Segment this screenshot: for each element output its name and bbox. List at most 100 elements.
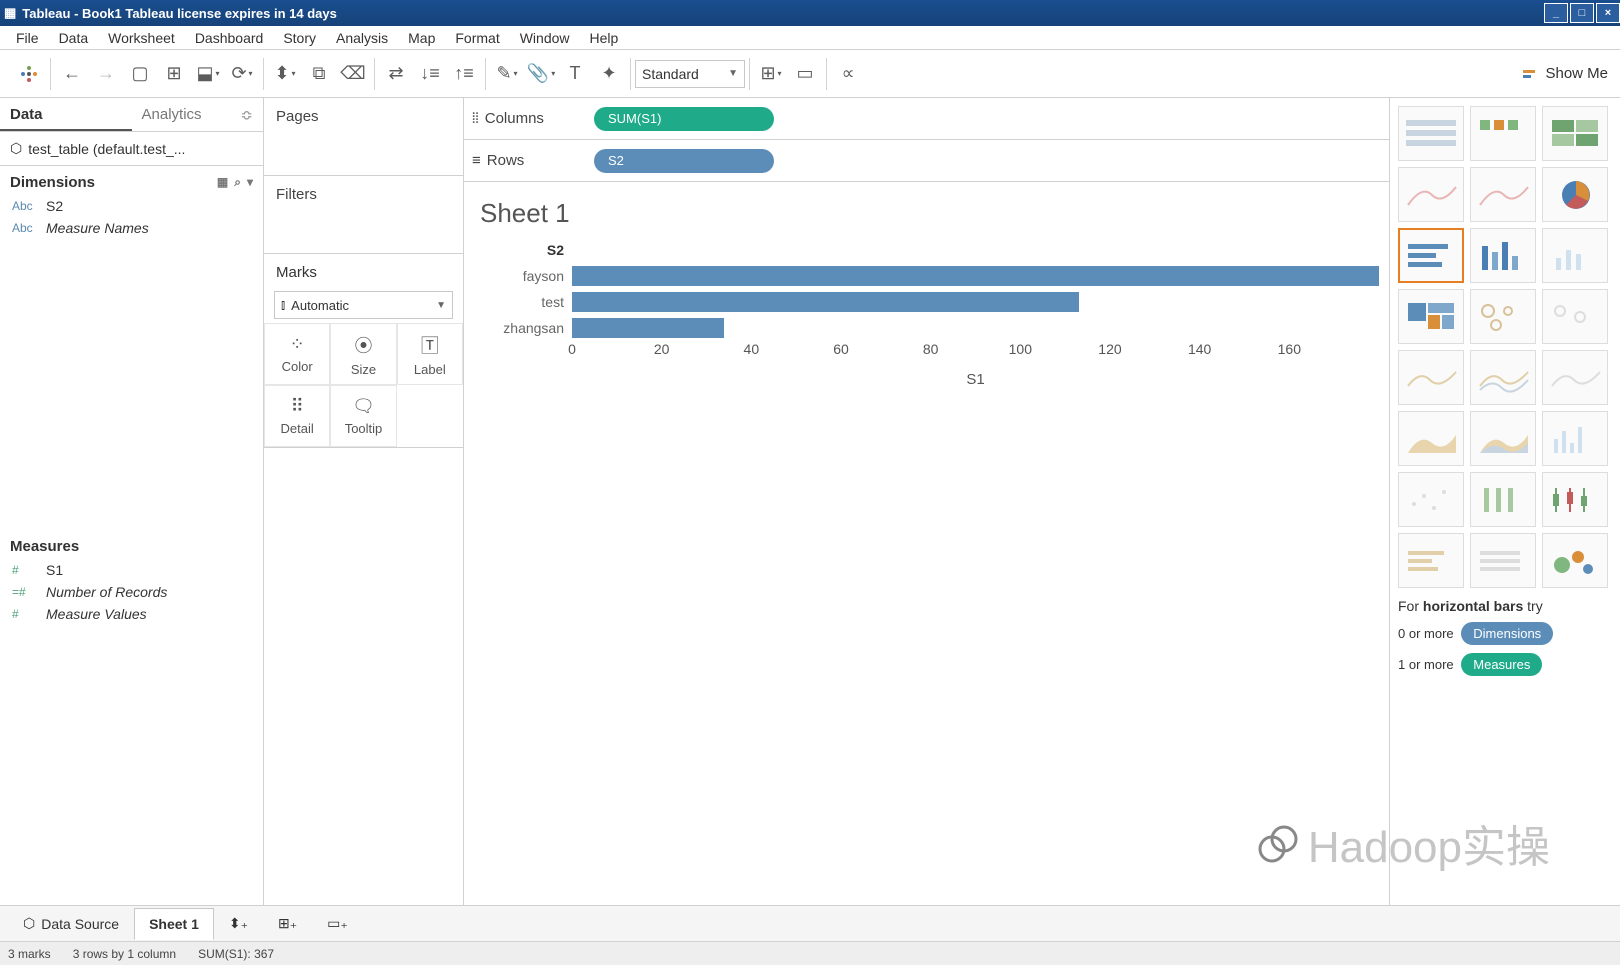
rows-shelf[interactable]: ≡Rows S2 <box>464 140 1389 182</box>
viz-thumb[interactable] <box>1542 106 1608 161</box>
field-name: S1 <box>46 562 63 578</box>
mark-type-select[interactable]: ⫾ Automatic ▼ <box>274 291 453 319</box>
showme-hint: For horizontal bars try <box>1398 598 1612 614</box>
tab-data[interactable]: Data <box>0 98 132 131</box>
viz-thumb[interactable] <box>1398 350 1464 405</box>
viz-thumb[interactable] <box>1398 533 1464 588</box>
presentation-button[interactable]: ▭ <box>788 57 822 91</box>
menu-help[interactable]: Help <box>580 30 629 46</box>
pause-updates-button[interactable]: ⬓ <box>191 57 225 91</box>
viz-thumb[interactable] <box>1542 289 1608 344</box>
show-me-toggle[interactable]: Show Me <box>1523 65 1608 82</box>
new-story-tab[interactable]: ▭₊ <box>312 907 363 940</box>
search-icon[interactable]: ⌕ <box>234 175 241 190</box>
field-name: S2 <box>46 198 63 214</box>
new-datasource-button[interactable]: ⊞ <box>157 57 191 91</box>
menu-data[interactable]: Data <box>49 30 99 46</box>
view-icon[interactable]: ▦ <box>217 175 228 190</box>
mark-color[interactable]: ⁘Color <box>264 323 330 385</box>
tab-analytics[interactable]: Analytics ≎ <box>132 98 264 131</box>
mark-size[interactable]: ⦿Size <box>330 323 396 385</box>
data-source-tab[interactable]: ⬡Data Source <box>8 907 134 940</box>
viz-thumb[interactable] <box>1398 289 1464 344</box>
viz-thumb[interactable] <box>1542 411 1608 466</box>
title-bar: ▦ Tableau - Book1 Tableau license expire… <box>0 0 1620 26</box>
mark-label[interactable]: 🅃Label <box>397 323 463 385</box>
mark-detail[interactable]: ⠿Detail <box>264 385 330 447</box>
viz-thumb[interactable] <box>1398 106 1464 161</box>
viz-thumb[interactable] <box>1470 289 1536 344</box>
swap-button[interactable]: ⇄ <box>379 57 413 91</box>
showme-dim-rule: 0 or more Dimensions <box>1398 622 1612 645</box>
menu-map[interactable]: Map <box>398 30 445 46</box>
viz-thumb[interactable] <box>1542 472 1608 527</box>
mark-tooltip[interactable]: 🗨Tooltip <box>330 385 396 447</box>
sort-asc-button[interactable]: ↓≡ <box>413 57 447 91</box>
show-me-panel: For horizontal bars try 0 or more Dimens… <box>1390 98 1620 905</box>
fit-select[interactable]: Standard ▼ <box>635 60 745 88</box>
detail-icon: ⠿ <box>291 396 304 417</box>
logo-icon[interactable] <box>12 57 46 91</box>
maximize-button[interactable]: □ <box>1570 3 1594 23</box>
menu-dashboard[interactable]: Dashboard <box>185 30 274 46</box>
viz-thumb[interactable] <box>1470 228 1536 283</box>
clear-button[interactable]: ⌫ <box>336 57 370 91</box>
viz-thumb[interactable] <box>1398 167 1464 222</box>
sheet-title[interactable]: Sheet 1 <box>464 182 1389 237</box>
cards-button[interactable]: ⊞ <box>754 57 788 91</box>
highlight-button[interactable]: ✎ <box>490 57 524 91</box>
share-button[interactable]: ∝ <box>831 57 865 91</box>
viz-thumb[interactable] <box>1542 167 1608 222</box>
redo-button[interactable]: → <box>89 57 123 91</box>
viz-thumb[interactable] <box>1542 533 1608 588</box>
menu-window[interactable]: Window <box>510 30 580 46</box>
viz-thumb[interactable] <box>1470 350 1536 405</box>
viz-thumb[interactable] <box>1398 472 1464 527</box>
close-button[interactable]: × <box>1596 3 1620 23</box>
new-worksheet-tab[interactable]: ⬍₊ <box>214 907 263 940</box>
viz-thumb[interactable] <box>1470 472 1536 527</box>
bar[interactable] <box>572 266 1379 286</box>
columns-pill[interactable]: SUM(S1) <box>594 107 774 131</box>
viz-thumb[interactable] <box>1398 228 1464 283</box>
duplicate-button[interactable]: ⧉ <box>302 57 336 91</box>
viz-thumb[interactable] <box>1542 350 1608 405</box>
dimension-field[interactable]: AbcMeasure Names <box>0 217 263 239</box>
measure-field[interactable]: #S1 <box>0 559 263 581</box>
new-dashboard-tab[interactable]: ⊞₊ <box>263 907 312 940</box>
menu-bar: File Data Worksheet Dashboard Story Anal… <box>0 26 1620 50</box>
axis-tick: 140 <box>1188 341 1211 357</box>
menu-worksheet[interactable]: Worksheet <box>98 30 185 46</box>
refresh-button[interactable]: ⟳ <box>225 57 259 91</box>
columns-pill-label: SUM(S1) <box>608 111 661 126</box>
measure-field[interactable]: #Measure Values <box>0 603 263 625</box>
menu-icon[interactable]: ▾ <box>247 175 253 190</box>
save-button[interactable]: ▢ <box>123 57 157 91</box>
pin-button[interactable]: ✦ <box>592 57 626 91</box>
menu-format[interactable]: Format <box>445 30 509 46</box>
sheet-tab[interactable]: Sheet 1 <box>134 908 214 940</box>
viz-thumb[interactable] <box>1470 106 1536 161</box>
bar[interactable] <box>572 292 1079 312</box>
viz-thumb[interactable] <box>1542 228 1608 283</box>
columns-shelf[interactable]: ⦙⦙Columns SUM(S1) <box>464 98 1389 140</box>
viz-thumb[interactable] <box>1470 167 1536 222</box>
rows-pill[interactable]: S2 <box>594 149 774 173</box>
measure-field[interactable]: =#Number of Records <box>0 581 263 603</box>
dimension-field[interactable]: AbcS2 <box>0 195 263 217</box>
labels-button[interactable]: T <box>558 57 592 91</box>
viz-thumb[interactable] <box>1470 533 1536 588</box>
new-worksheet-button[interactable]: ⬍ <box>268 57 302 91</box>
datasource-row[interactable]: ⬡ test_table (default.test_... <box>0 132 263 166</box>
viz-thumb[interactable] <box>1470 411 1536 466</box>
minimize-button[interactable]: _ <box>1544 3 1568 23</box>
menu-analysis[interactable]: Analysis <box>326 30 398 46</box>
viz-thumb[interactable] <box>1398 411 1464 466</box>
group-button[interactable]: 📎 <box>524 57 558 91</box>
undo-button[interactable]: ← <box>55 57 89 91</box>
datasource-name: test_table (default.test_... <box>28 141 185 157</box>
bar[interactable] <box>572 318 724 338</box>
menu-story[interactable]: Story <box>273 30 326 46</box>
sort-desc-button[interactable]: ↑≡ <box>447 57 481 91</box>
menu-file[interactable]: File <box>6 30 49 46</box>
